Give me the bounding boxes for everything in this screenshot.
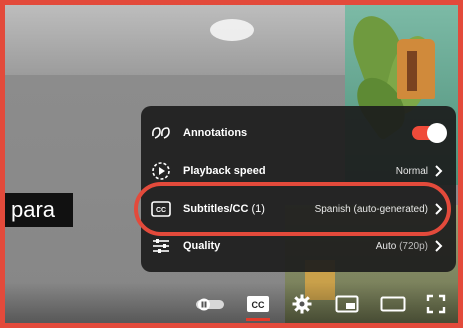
cc-icon-label: CC — [252, 300, 265, 310]
annotations-toggle[interactable] — [412, 123, 447, 143]
subtitle-caption: para — [5, 193, 73, 227]
cc-active-indicator — [246, 318, 270, 321]
theater-icon[interactable] — [379, 292, 407, 316]
annotations-label: Annotations — [183, 127, 248, 139]
chevron-right-icon — [432, 164, 446, 178]
subtitles-highlight-ring — [134, 182, 451, 236]
fullscreen-icon[interactable] — [424, 292, 448, 316]
scene-lamp — [210, 19, 254, 41]
quality-value: Auto (720p) — [376, 241, 428, 252]
annotations-row[interactable]: Annotations — [141, 114, 456, 152]
playback-speed-label: Playback speed — [183, 165, 266, 177]
quality-label: Quality — [183, 240, 221, 252]
miniplayer-icon[interactable] — [334, 292, 360, 316]
cc-icon[interactable]: CC — [245, 292, 271, 316]
playback-speed-value: Normal — [395, 165, 428, 177]
quality-value-detail: (720p) — [399, 240, 428, 252]
annotations-icon — [149, 121, 173, 145]
playback-speed-icon — [149, 159, 173, 183]
scene-figure — [397, 39, 435, 99]
gear-icon[interactable] — [290, 292, 314, 316]
autoplay-toggle-icon[interactable] — [193, 292, 227, 316]
quality-value-text: Auto — [375, 240, 397, 252]
chevron-right-icon — [432, 239, 446, 253]
quality-icon — [149, 234, 173, 258]
